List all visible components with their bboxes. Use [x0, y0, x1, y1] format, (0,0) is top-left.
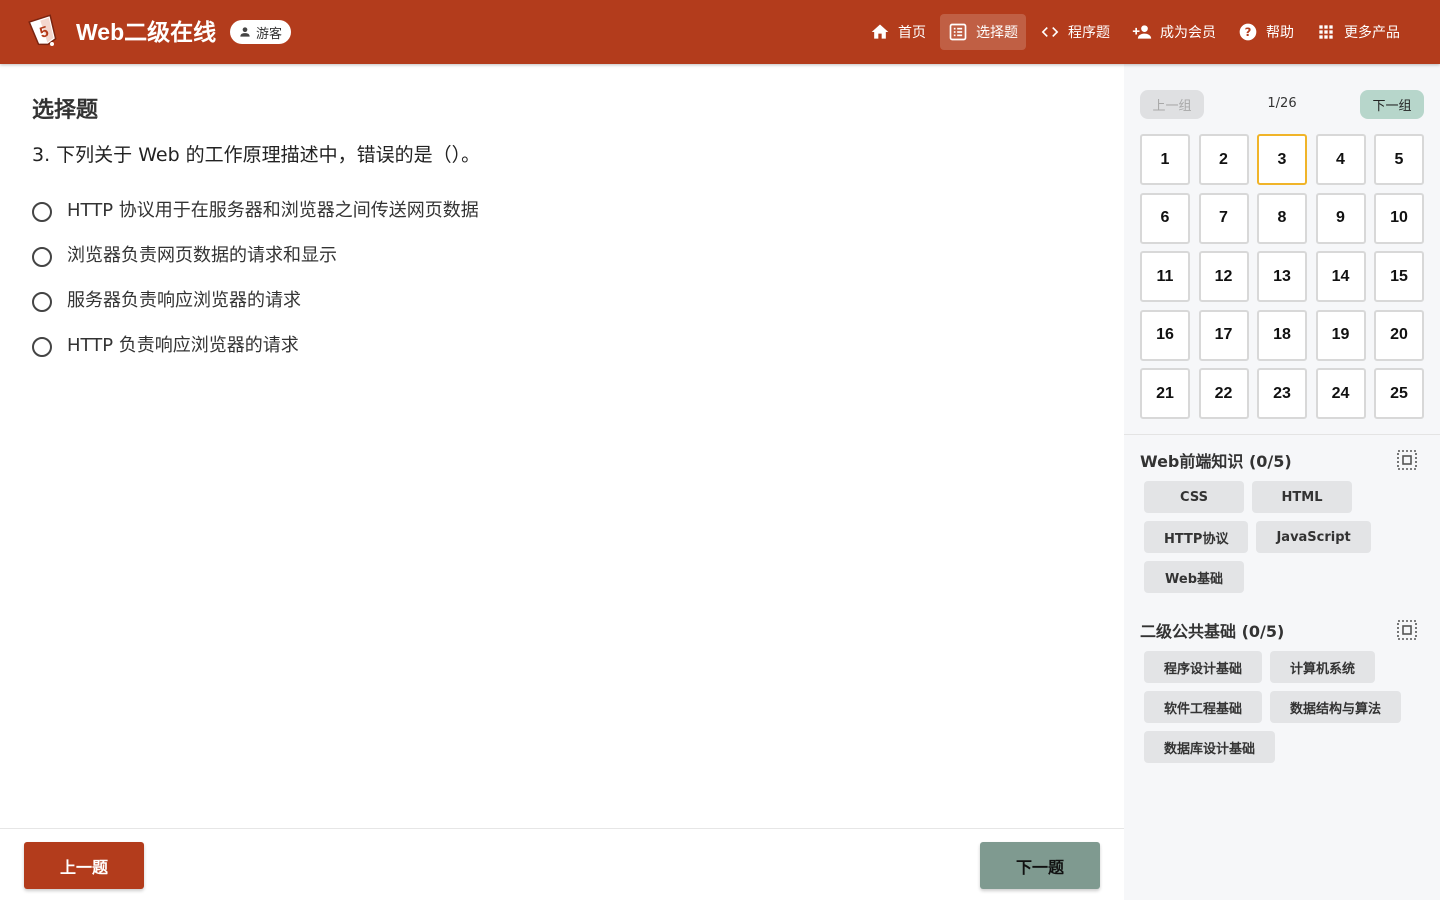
- person-add-icon: [1132, 25, 1152, 39]
- tag-database-design[interactable]: 数据库设计基础: [1144, 731, 1276, 763]
- select-all-icon[interactable]: [1396, 619, 1418, 641]
- nav-multiple-choice[interactable]: 选择题: [940, 14, 1026, 50]
- answer-options: HTTP 协议用于在服务器和浏览器之间传送网页数据 浏览器负责网页数据的请求和显…: [32, 186, 479, 366]
- question-number-button[interactable]: 21: [1140, 368, 1190, 419]
- category-tags-web-frontend: CSS HTML HTTP协议 JavaScript Web基础: [1144, 481, 1424, 593]
- question-number-button[interactable]: 5: [1374, 134, 1424, 185]
- prev-question-button[interactable]: 上一题: [24, 842, 144, 889]
- question-number-button[interactable]: 11: [1140, 251, 1190, 302]
- nav-help-label: 帮助: [1266, 25, 1294, 41]
- tag-web-basics[interactable]: Web基础: [1144, 561, 1244, 593]
- code-icon: [1041, 27, 1059, 37]
- guest-badge[interactable]: 游客: [230, 20, 292, 44]
- question-number-button[interactable]: 24: [1315, 368, 1366, 419]
- tag-javascript[interactable]: JavaScript: [1256, 521, 1371, 553]
- option-d[interactable]: HTTP 负责响应浏览器的请求: [32, 321, 479, 366]
- svg-text:?: ?: [1245, 25, 1252, 39]
- nav-membership-label: 成为会员: [1160, 25, 1216, 41]
- prev-group-button[interactable]: 上一组: [1140, 90, 1204, 119]
- guest-badge-label: 游客: [256, 26, 283, 42]
- question-number-button[interactable]: 4: [1315, 134, 1366, 185]
- nav-help[interactable]: ? 帮助: [1230, 14, 1302, 50]
- question-number-button[interactable]: 19: [1315, 309, 1366, 361]
- list-icon: [949, 23, 967, 41]
- option-text: 服务器负责响应浏览器的请求: [67, 289, 301, 311]
- category-title-public-basics: 二级公共基础 (0/5): [1140, 622, 1285, 641]
- question-panel: 选择题 3. 下列关于 Web 的工作原理描述中，错误的是（）。 HTTP 协议…: [0, 64, 1124, 900]
- question-number-button[interactable]: 7: [1198, 192, 1249, 244]
- html5-logo-icon[interactable]: 5: [28, 14, 60, 50]
- group-counter: 1/26: [1267, 96, 1297, 111]
- nav-multiple-choice-label: 选择题: [976, 25, 1018, 41]
- question-number-button[interactable]: 6: [1140, 192, 1190, 244]
- question-number-button[interactable]: 8: [1257, 192, 1307, 244]
- nav-home[interactable]: 首页: [862, 14, 934, 50]
- option-text: HTTP 负责响应浏览器的请求: [67, 334, 299, 356]
- question-navigator: 上一组 1/26 下一组 1 2 3 4 5 6 7 8 9 10 11 12 13 14 15 16 17 18…: [1124, 64, 1440, 900]
- person-icon: [240, 27, 250, 37]
- option-c[interactable]: 服务器负责响应浏览器的请求: [32, 276, 479, 321]
- question-number-button[interactable]: 22: [1198, 368, 1249, 419]
- option-text: HTTP 协议用于在服务器和浏览器之间传送网页数据: [67, 199, 479, 221]
- nav-programming-label: 程序题: [1068, 25, 1110, 41]
- question-number-button[interactable]: 2: [1198, 134, 1249, 185]
- category-title-web-frontend: Web前端知识 (0/5): [1140, 452, 1292, 471]
- radio-button[interactable]: [32, 291, 52, 312]
- apps-icon: [1319, 25, 1333, 39]
- option-b[interactable]: 浏览器负责网页数据的请求和显示: [32, 231, 479, 276]
- tag-http[interactable]: HTTP协议: [1144, 521, 1249, 553]
- question-footer: 上一题 下一题: [0, 828, 1124, 900]
- section-title: 选择题: [32, 98, 99, 123]
- question-number-button[interactable]: 17: [1198, 309, 1249, 361]
- question-number-button[interactable]: 14: [1315, 251, 1366, 302]
- question-number-button[interactable]: 16: [1140, 309, 1190, 361]
- option-a[interactable]: HTTP 协议用于在服务器和浏览器之间传送网页数据: [32, 186, 479, 231]
- nav-membership[interactable]: 成为会员: [1124, 14, 1224, 50]
- tag-software-engineering[interactable]: 软件工程基础: [1144, 691, 1263, 723]
- radio-button[interactable]: [32, 246, 52, 267]
- option-text: 浏览器负责网页数据的请求和显示: [67, 244, 337, 266]
- tag-data-structures[interactable]: 数据结构与算法: [1270, 691, 1402, 723]
- tag-html[interactable]: HTML: [1252, 481, 1352, 513]
- main-nav: 首页 选择题 程序题 成为会员 ? 帮助 更多产品: [856, 14, 1408, 50]
- question-number-button[interactable]: 12: [1198, 251, 1249, 302]
- question-number-button[interactable]: 15: [1374, 251, 1424, 302]
- question-number-button[interactable]: 20: [1374, 309, 1424, 361]
- nav-programming[interactable]: 程序题: [1032, 14, 1118, 50]
- select-all-icon[interactable]: [1396, 449, 1418, 471]
- category-tags-public-basics: 程序设计基础 计算机系统 软件工程基础 数据结构与算法 数据库设计基础: [1144, 651, 1424, 763]
- question-number-button[interactable]: 3: [1257, 134, 1307, 185]
- top-app-bar: 5 Web二级在线 游客 首页 选择题 程序题 成为会员 ? 帮助 更多产品: [0, 0, 1440, 64]
- help-icon: ?: [1239, 23, 1257, 41]
- question-number-grid: 1 2 3 4 5 6 7 8 9 10 11 12 13 14 15 16 17 18 19 20 21 22 23 24 2…: [1140, 134, 1424, 419]
- radio-button[interactable]: [32, 201, 52, 222]
- question-number-button[interactable]: 18: [1257, 309, 1307, 361]
- question-number-button[interactable]: 13: [1257, 251, 1307, 302]
- home-icon: [871, 24, 889, 39]
- question-text: 3. 下列关于 Web 的工作原理描述中，错误的是（）。: [32, 144, 481, 166]
- question-number-button[interactable]: 9: [1315, 192, 1366, 244]
- nav-more-products-label: 更多产品: [1344, 25, 1400, 41]
- question-number-button[interactable]: 1: [1140, 134, 1190, 185]
- sidebar-divider: [1124, 434, 1440, 435]
- app-title[interactable]: Web二级在线: [76, 14, 216, 50]
- tag-css[interactable]: CSS: [1144, 481, 1244, 513]
- question-number-button[interactable]: 10: [1374, 192, 1424, 244]
- next-question-button[interactable]: 下一题: [980, 842, 1100, 889]
- question-number-button[interactable]: 25: [1374, 368, 1424, 419]
- question-number-button[interactable]: 23: [1257, 368, 1307, 419]
- tag-programming-basics[interactable]: 程序设计基础: [1144, 651, 1263, 683]
- nav-more-products[interactable]: 更多产品: [1308, 14, 1408, 50]
- radio-button[interactable]: [32, 336, 52, 357]
- nav-home-label: 首页: [898, 25, 926, 41]
- next-group-button[interactable]: 下一组: [1360, 90, 1424, 119]
- tag-computer-systems[interactable]: 计算机系统: [1270, 651, 1376, 683]
